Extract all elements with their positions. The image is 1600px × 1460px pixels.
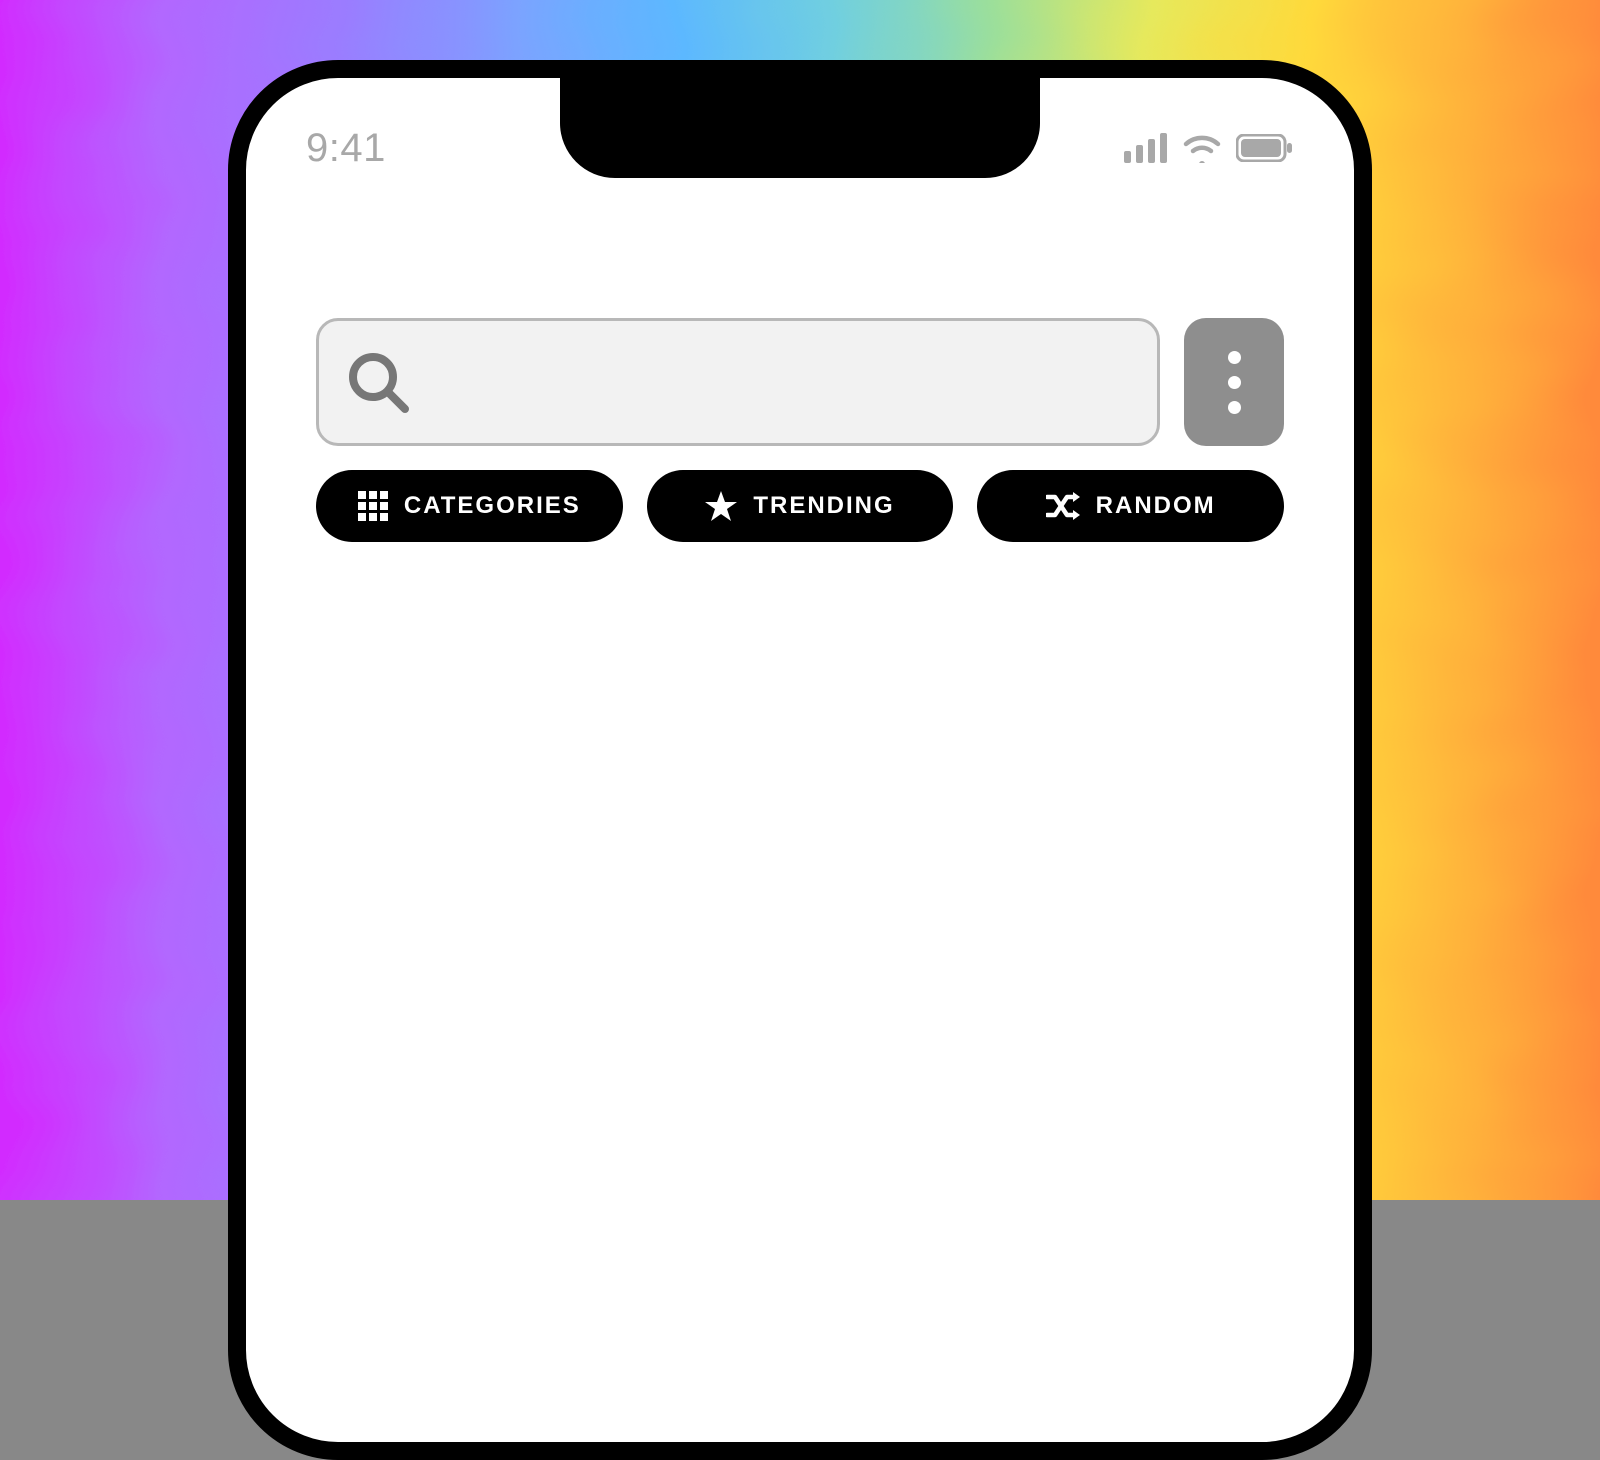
trending-label: TRENDING	[753, 492, 894, 520]
wifi-icon	[1182, 133, 1222, 163]
star-icon	[705, 490, 737, 522]
categories-label: CATEGORIES	[404, 492, 581, 520]
phone-frame: 9:41	[228, 60, 1372, 1460]
random-button[interactable]: RANDOM	[977, 470, 1284, 542]
search-icon	[343, 347, 413, 417]
more-vertical-icon	[1228, 351, 1241, 414]
more-options-button[interactable]	[1184, 318, 1284, 446]
battery-icon	[1236, 134, 1294, 162]
cellular-signal-icon	[1124, 133, 1168, 163]
status-time: 9:41	[306, 128, 386, 168]
search-input[interactable]	[316, 318, 1160, 446]
random-label: RANDOM	[1096, 492, 1216, 520]
grid-icon	[358, 491, 388, 521]
shuffle-icon	[1046, 492, 1080, 520]
categories-button[interactable]: CATEGORIES	[316, 470, 623, 542]
status-bar: 9:41	[246, 118, 1354, 178]
trending-button[interactable]: TRENDING	[647, 470, 954, 542]
